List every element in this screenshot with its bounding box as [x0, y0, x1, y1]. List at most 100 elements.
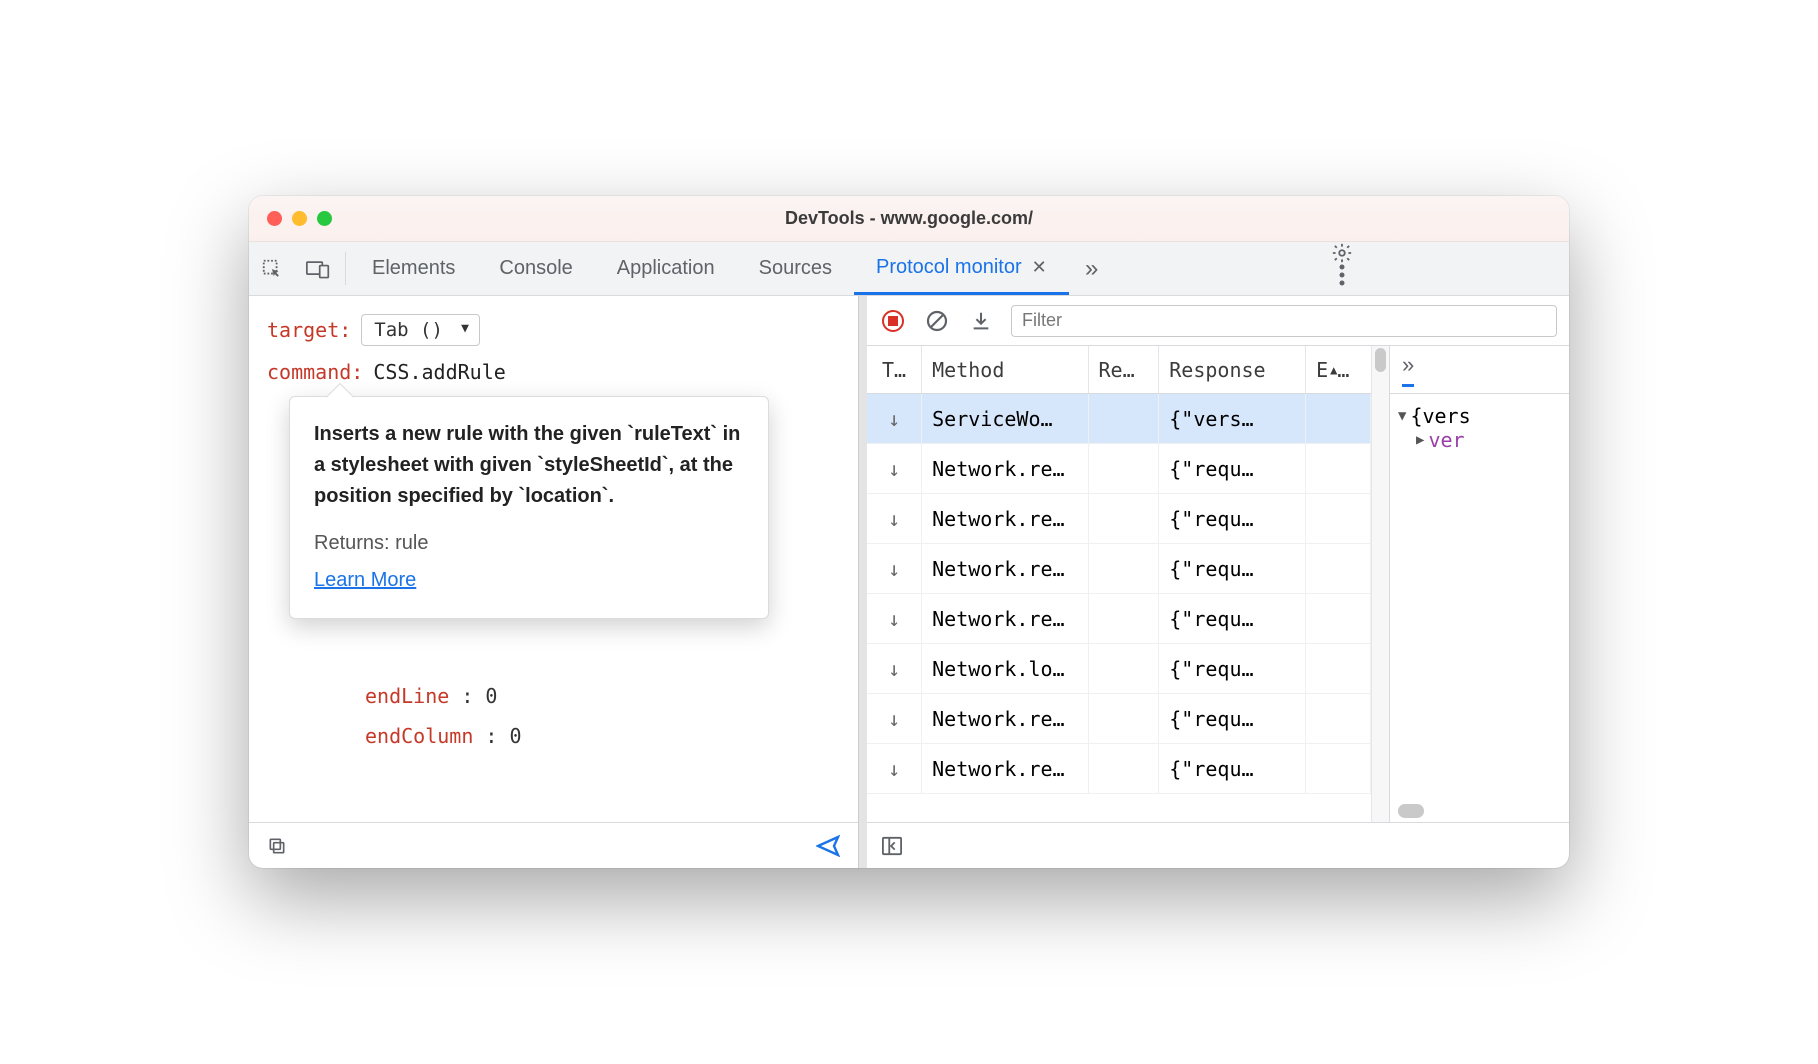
cell-response: {"requ… [1159, 644, 1306, 693]
inspect-icon[interactable] [249, 242, 295, 295]
table-header: T… Method Re… Response E▲… [867, 346, 1371, 394]
direction-icon: ↓ [867, 444, 922, 493]
traffic-lights [267, 211, 332, 226]
cell-elapsed [1306, 744, 1371, 793]
cell-response: {"vers… [1159, 394, 1306, 443]
cell-elapsed [1306, 544, 1371, 593]
tree-child[interactable]: ▶ ver [1416, 428, 1561, 452]
cell-response: {"requ… [1159, 494, 1306, 543]
col-response[interactable]: Response [1159, 346, 1306, 393]
sort-asc-icon: ▲ [1330, 363, 1337, 377]
col-request[interactable]: Re… [1089, 346, 1160, 393]
send-command-icon[interactable] [816, 835, 840, 857]
table-row[interactable]: ↓Network.re… {"requ… [867, 494, 1371, 544]
param-key: endColumn [365, 724, 473, 748]
record-button[interactable] [879, 307, 907, 335]
clear-icon[interactable] [923, 307, 951, 335]
table-row[interactable]: ↓ServiceWo… {"vers… [867, 394, 1371, 444]
minimize-window-button[interactable] [292, 211, 307, 226]
detail-pane: » ▼ {vers ▶ ver [1389, 346, 1569, 822]
tab-application[interactable]: Application [595, 242, 737, 295]
tab-sources[interactable]: Sources [737, 242, 854, 295]
cell-method: Network.re… [922, 744, 1088, 793]
settings-icon[interactable] [1317, 242, 1367, 264]
direction-icon: ↓ [867, 394, 922, 443]
direction-icon: ↓ [867, 594, 922, 643]
cell-method: Network.re… [922, 444, 1088, 493]
col-elapsed[interactable]: E▲… [1306, 346, 1371, 393]
log-footer [867, 822, 1569, 868]
window-title: DevTools - www.google.com/ [249, 208, 1569, 229]
copy-icon[interactable] [267, 836, 287, 856]
direction-icon: ↓ [867, 694, 922, 743]
cell-request [1089, 444, 1160, 493]
cell-elapsed [1306, 494, 1371, 543]
filter-input[interactable]: Filter [1011, 305, 1557, 337]
zoom-window-button[interactable] [317, 211, 332, 226]
cell-response: {"requ… [1159, 594, 1306, 643]
log-toolbar: Filter [867, 296, 1569, 346]
titlebar: DevTools - www.google.com/ [249, 196, 1569, 242]
col-type[interactable]: T… [867, 346, 922, 393]
content-area: target: Tab () command: CSS.addRule Inse… [249, 296, 1569, 868]
direction-icon: ↓ [867, 644, 922, 693]
devtools-window: DevTools - www.google.com/ Elements Cons… [249, 196, 1569, 868]
command-label: command: [267, 360, 363, 384]
cell-method: Network.re… [922, 594, 1088, 643]
tree-root[interactable]: ▼ {vers [1398, 404, 1561, 428]
tab-console[interactable]: Console [477, 242, 594, 295]
cell-request [1089, 744, 1160, 793]
more-detail-tabs-icon[interactable]: » [1402, 352, 1414, 387]
editor-footer [249, 822, 858, 868]
protocol-log-pane: Filter T… Method Re… Response E▲… ↓Servi… [867, 296, 1569, 868]
target-select[interactable]: Tab () [361, 314, 480, 346]
cell-request [1089, 594, 1160, 643]
close-tab-icon[interactable]: ✕ [1032, 257, 1047, 278]
command-editor-pane: target: Tab () command: CSS.addRule Inse… [249, 296, 859, 868]
more-tabs-icon[interactable]: » [1069, 242, 1115, 295]
cell-method: Network.re… [922, 494, 1088, 543]
cell-elapsed [1306, 694, 1371, 743]
table-row[interactable]: ↓Network.re… {"requ… [867, 444, 1371, 494]
params-list: endLine : 0 endColumn : 0 [365, 684, 522, 764]
table-row[interactable]: ↓Network.re… {"requ… [867, 594, 1371, 644]
direction-icon: ↓ [867, 494, 922, 543]
col-method[interactable]: Method [922, 346, 1088, 393]
cell-elapsed [1306, 594, 1371, 643]
vertical-splitter[interactable] [859, 296, 867, 868]
table-row[interactable]: ↓Network.re…{"requ… [867, 694, 1371, 744]
tooltip-description: Inserts a new rule with the given `ruleT… [314, 419, 744, 512]
cell-response: {"requ… [1159, 744, 1306, 793]
cell-method: Network.lo… [922, 644, 1088, 693]
download-icon[interactable] [967, 307, 995, 335]
cell-response: {"requ… [1159, 694, 1306, 743]
log-table: T… Method Re… Response E▲… ↓ServiceWo…{"… [867, 346, 1371, 822]
cell-request [1089, 644, 1160, 693]
tab-elements[interactable]: Elements [350, 242, 477, 295]
disclosure-down-icon: ▼ [1398, 408, 1406, 424]
command-value[interactable]: CSS.addRule [373, 360, 505, 384]
target-label: target: [267, 318, 351, 342]
cell-elapsed [1306, 644, 1371, 693]
device-toggle-icon[interactable] [295, 242, 341, 295]
close-window-button[interactable] [267, 211, 282, 226]
disclosure-right-icon: ▶ [1416, 432, 1424, 448]
table-scrollbar[interactable] [1371, 346, 1389, 822]
cell-response: {"requ… [1159, 444, 1306, 493]
cell-request [1089, 544, 1160, 593]
toggle-panel-icon[interactable] [881, 836, 903, 856]
devtools-tabbar: Elements Console Application Sources Pro… [249, 242, 1569, 296]
tab-protocol-monitor[interactable]: Protocol monitor ✕ [854, 242, 1069, 295]
cell-method: ServiceWo… [922, 394, 1088, 443]
command-tooltip: Inserts a new rule with the given `ruleT… [289, 396, 769, 619]
table-row[interactable]: ↓Network.re…{"requ… [867, 744, 1371, 794]
table-row[interactable]: ↓Network.re…{"requ… [867, 544, 1371, 594]
param-value: 0 [485, 684, 497, 708]
cell-response: {"requ… [1159, 544, 1306, 593]
learn-more-link[interactable]: Learn More [314, 565, 416, 596]
kebab-menu-icon[interactable] [1317, 264, 1367, 286]
table-row[interactable]: ↓Network.lo… {"requ… [867, 644, 1371, 694]
param-key: endLine [365, 684, 449, 708]
detail-scrollbar[interactable] [1398, 804, 1561, 818]
param-value: 0 [510, 724, 522, 748]
